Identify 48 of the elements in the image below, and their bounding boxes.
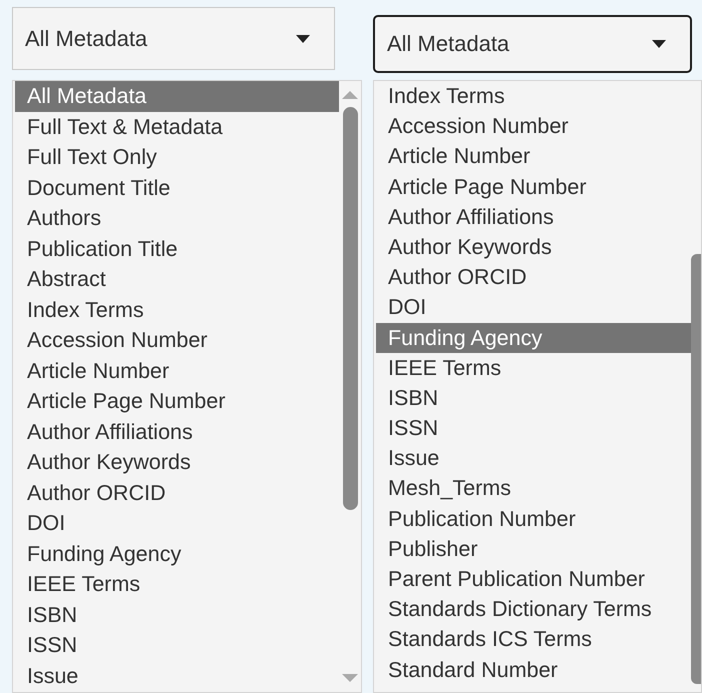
option-item[interactable]: Funding Agency — [376, 322, 691, 353]
option-item[interactable]: Article Number — [15, 356, 339, 386]
option-item[interactable]: Authors — [15, 203, 339, 234]
option-item[interactable]: Author Keywords — [376, 232, 691, 262]
option-item[interactable]: Funding Agency — [15, 538, 339, 569]
option-item[interactable]: Author Affiliations — [15, 416, 339, 447]
option-item[interactable]: IEEE Terms — [376, 352, 691, 383]
option-item[interactable]: Document Title — [15, 172, 339, 203]
option-item[interactable]: Author ORCID — [376, 262, 691, 292]
option-item[interactable]: ISSN — [376, 413, 691, 444]
option-item[interactable]: Article Page Number — [376, 172, 691, 202]
caret-icon — [296, 34, 310, 42]
dropdown-select[interactable]: All Metadata — [373, 15, 692, 73]
option-item[interactable]: Mesh_Terms — [376, 473, 691, 504]
option-item[interactable]: Abstract — [15, 264, 339, 294]
scrollbar-thumb[interactable] — [691, 254, 701, 684]
option-item[interactable]: ISSN — [15, 630, 339, 660]
option-item[interactable]: Standard Number — [376, 654, 691, 685]
option-item[interactable]: Accession Number — [376, 111, 691, 142]
option-item[interactable]: Author ORCID — [15, 478, 339, 508]
dropdown-select[interactable]: All Metadata — [12, 7, 335, 70]
option-item[interactable]: Publisher — [376, 534, 691, 564]
scrollbar-thumb[interactable] — [342, 107, 358, 510]
option-item[interactable]: Author Keywords — [15, 447, 339, 478]
option-item[interactable]: Article Number — [376, 141, 691, 172]
option-item[interactable]: ISBN — [15, 600, 339, 630]
option-item[interactable]: Publication Title — [15, 234, 339, 264]
option-item[interactable]: DOI — [376, 292, 691, 322]
option-item[interactable]: All Metadata — [15, 81, 339, 112]
option-item[interactable]: Issue — [15, 660, 339, 691]
option-item[interactable]: Index Terms — [376, 81, 691, 112]
option-item[interactable]: ISBN — [376, 382, 691, 414]
scroll-up-icon[interactable] — [342, 89, 358, 99]
option-item[interactable]: IEEE Terms — [15, 569, 339, 600]
scroll-down-icon[interactable] — [342, 674, 358, 684]
option-item[interactable]: Full Text Only — [15, 142, 339, 172]
option-item[interactable]: Author Affiliations — [376, 202, 691, 232]
option-item[interactable]: DOI — [15, 508, 339, 538]
option-item[interactable]: Index Terms — [15, 294, 339, 325]
option-item[interactable]: Standards ICS Terms — [376, 624, 691, 655]
option-item[interactable]: Issue — [376, 443, 691, 474]
option-item[interactable]: Accession Number — [15, 325, 339, 356]
caret-icon — [652, 40, 666, 48]
option-item[interactable]: Parent Publication Number — [376, 564, 691, 594]
option-item[interactable]: Publication Number — [376, 504, 691, 534]
option-item[interactable]: Full Text & Metadata — [15, 112, 339, 142]
option-item[interactable]: Standards Dictionary Terms — [376, 594, 691, 624]
option-item[interactable]: Article Page Number — [15, 386, 339, 416]
